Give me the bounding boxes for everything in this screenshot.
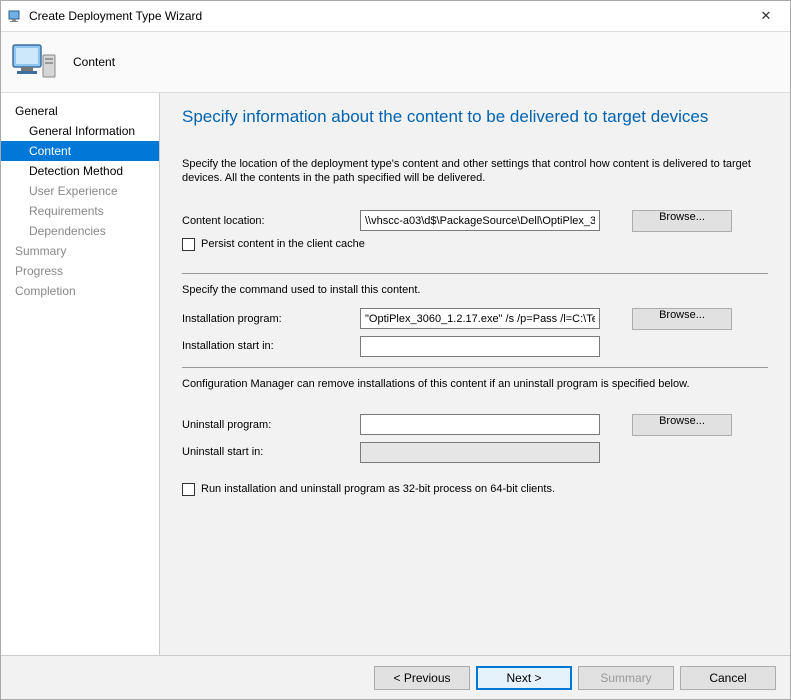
nav-item-progress[interactable]: Progress bbox=[1, 261, 159, 281]
computer-icon bbox=[11, 41, 59, 83]
cancel-button[interactable]: Cancel bbox=[680, 666, 776, 690]
install-start-label: Installation start in: bbox=[182, 340, 360, 352]
uninstall-instruction: Configuration Manager can remove install… bbox=[182, 378, 768, 390]
uninstall-program-label: Uninstall program: bbox=[182, 419, 360, 431]
body: GeneralGeneral InformationContentDetecti… bbox=[1, 93, 790, 655]
install-program-label: Installation program: bbox=[182, 313, 360, 325]
persist-checkbox[interactable] bbox=[182, 238, 195, 251]
nav-item-general-info[interactable]: General Information bbox=[1, 121, 159, 141]
summary-button: Summary bbox=[578, 666, 674, 690]
browse-content-button[interactable]: Browse... bbox=[632, 210, 732, 232]
previous-button[interactable]: < Previous bbox=[374, 666, 470, 690]
run32bit-checkbox[interactable] bbox=[182, 483, 195, 496]
nav-item-general[interactable]: General bbox=[1, 101, 159, 121]
close-button[interactable]: ✕ bbox=[748, 8, 784, 24]
next-button[interactable]: Next > bbox=[476, 666, 572, 690]
footer-bar: < Previous Next > Summary Cancel bbox=[1, 655, 790, 699]
install-program-input[interactable] bbox=[360, 308, 600, 329]
nav-item-content[interactable]: Content bbox=[1, 141, 159, 161]
content-description: Specify the location of the deployment t… bbox=[182, 157, 768, 186]
titlebar: Create Deployment Type Wizard ✕ bbox=[1, 1, 790, 31]
app-icon bbox=[7, 8, 23, 24]
uninstall-program-input[interactable] bbox=[360, 414, 600, 435]
window-title: Create Deployment Type Wizard bbox=[29, 9, 748, 23]
wizard-window: Create Deployment Type Wizard ✕ Content … bbox=[0, 0, 791, 700]
nav-item-requirements[interactable]: Requirements bbox=[1, 201, 159, 221]
divider bbox=[182, 367, 768, 368]
nav-item-summary[interactable]: Summary bbox=[1, 241, 159, 261]
content-location-input[interactable] bbox=[360, 210, 600, 231]
header-band: Content bbox=[1, 31, 790, 93]
nav-item-dependencies[interactable]: Dependencies bbox=[1, 221, 159, 241]
browse-uninstall-button[interactable]: Browse... bbox=[632, 414, 732, 436]
nav-item-completion[interactable]: Completion bbox=[1, 281, 159, 301]
sidebar: GeneralGeneral InformationContentDetecti… bbox=[1, 93, 160, 655]
nav-item-user-exp[interactable]: User Experience bbox=[1, 181, 159, 201]
install-start-input[interactable] bbox=[360, 336, 600, 357]
run32bit-label: Run installation and uninstall program a… bbox=[201, 483, 555, 495]
uninstall-start-label: Uninstall start in: bbox=[182, 446, 360, 458]
uninstall-start-input bbox=[360, 442, 600, 463]
content-location-label: Content location: bbox=[182, 215, 360, 227]
browse-install-button[interactable]: Browse... bbox=[632, 308, 732, 330]
install-instruction: Specify the command used to install this… bbox=[182, 284, 768, 296]
page-header-title: Content bbox=[73, 55, 115, 69]
divider bbox=[182, 273, 768, 274]
content-pane: Specify information about the content to… bbox=[160, 93, 790, 655]
nav-item-detection[interactable]: Detection Method bbox=[1, 161, 159, 181]
persist-label: Persist content in the client cache bbox=[201, 238, 365, 250]
content-title: Specify information about the content to… bbox=[182, 107, 768, 127]
